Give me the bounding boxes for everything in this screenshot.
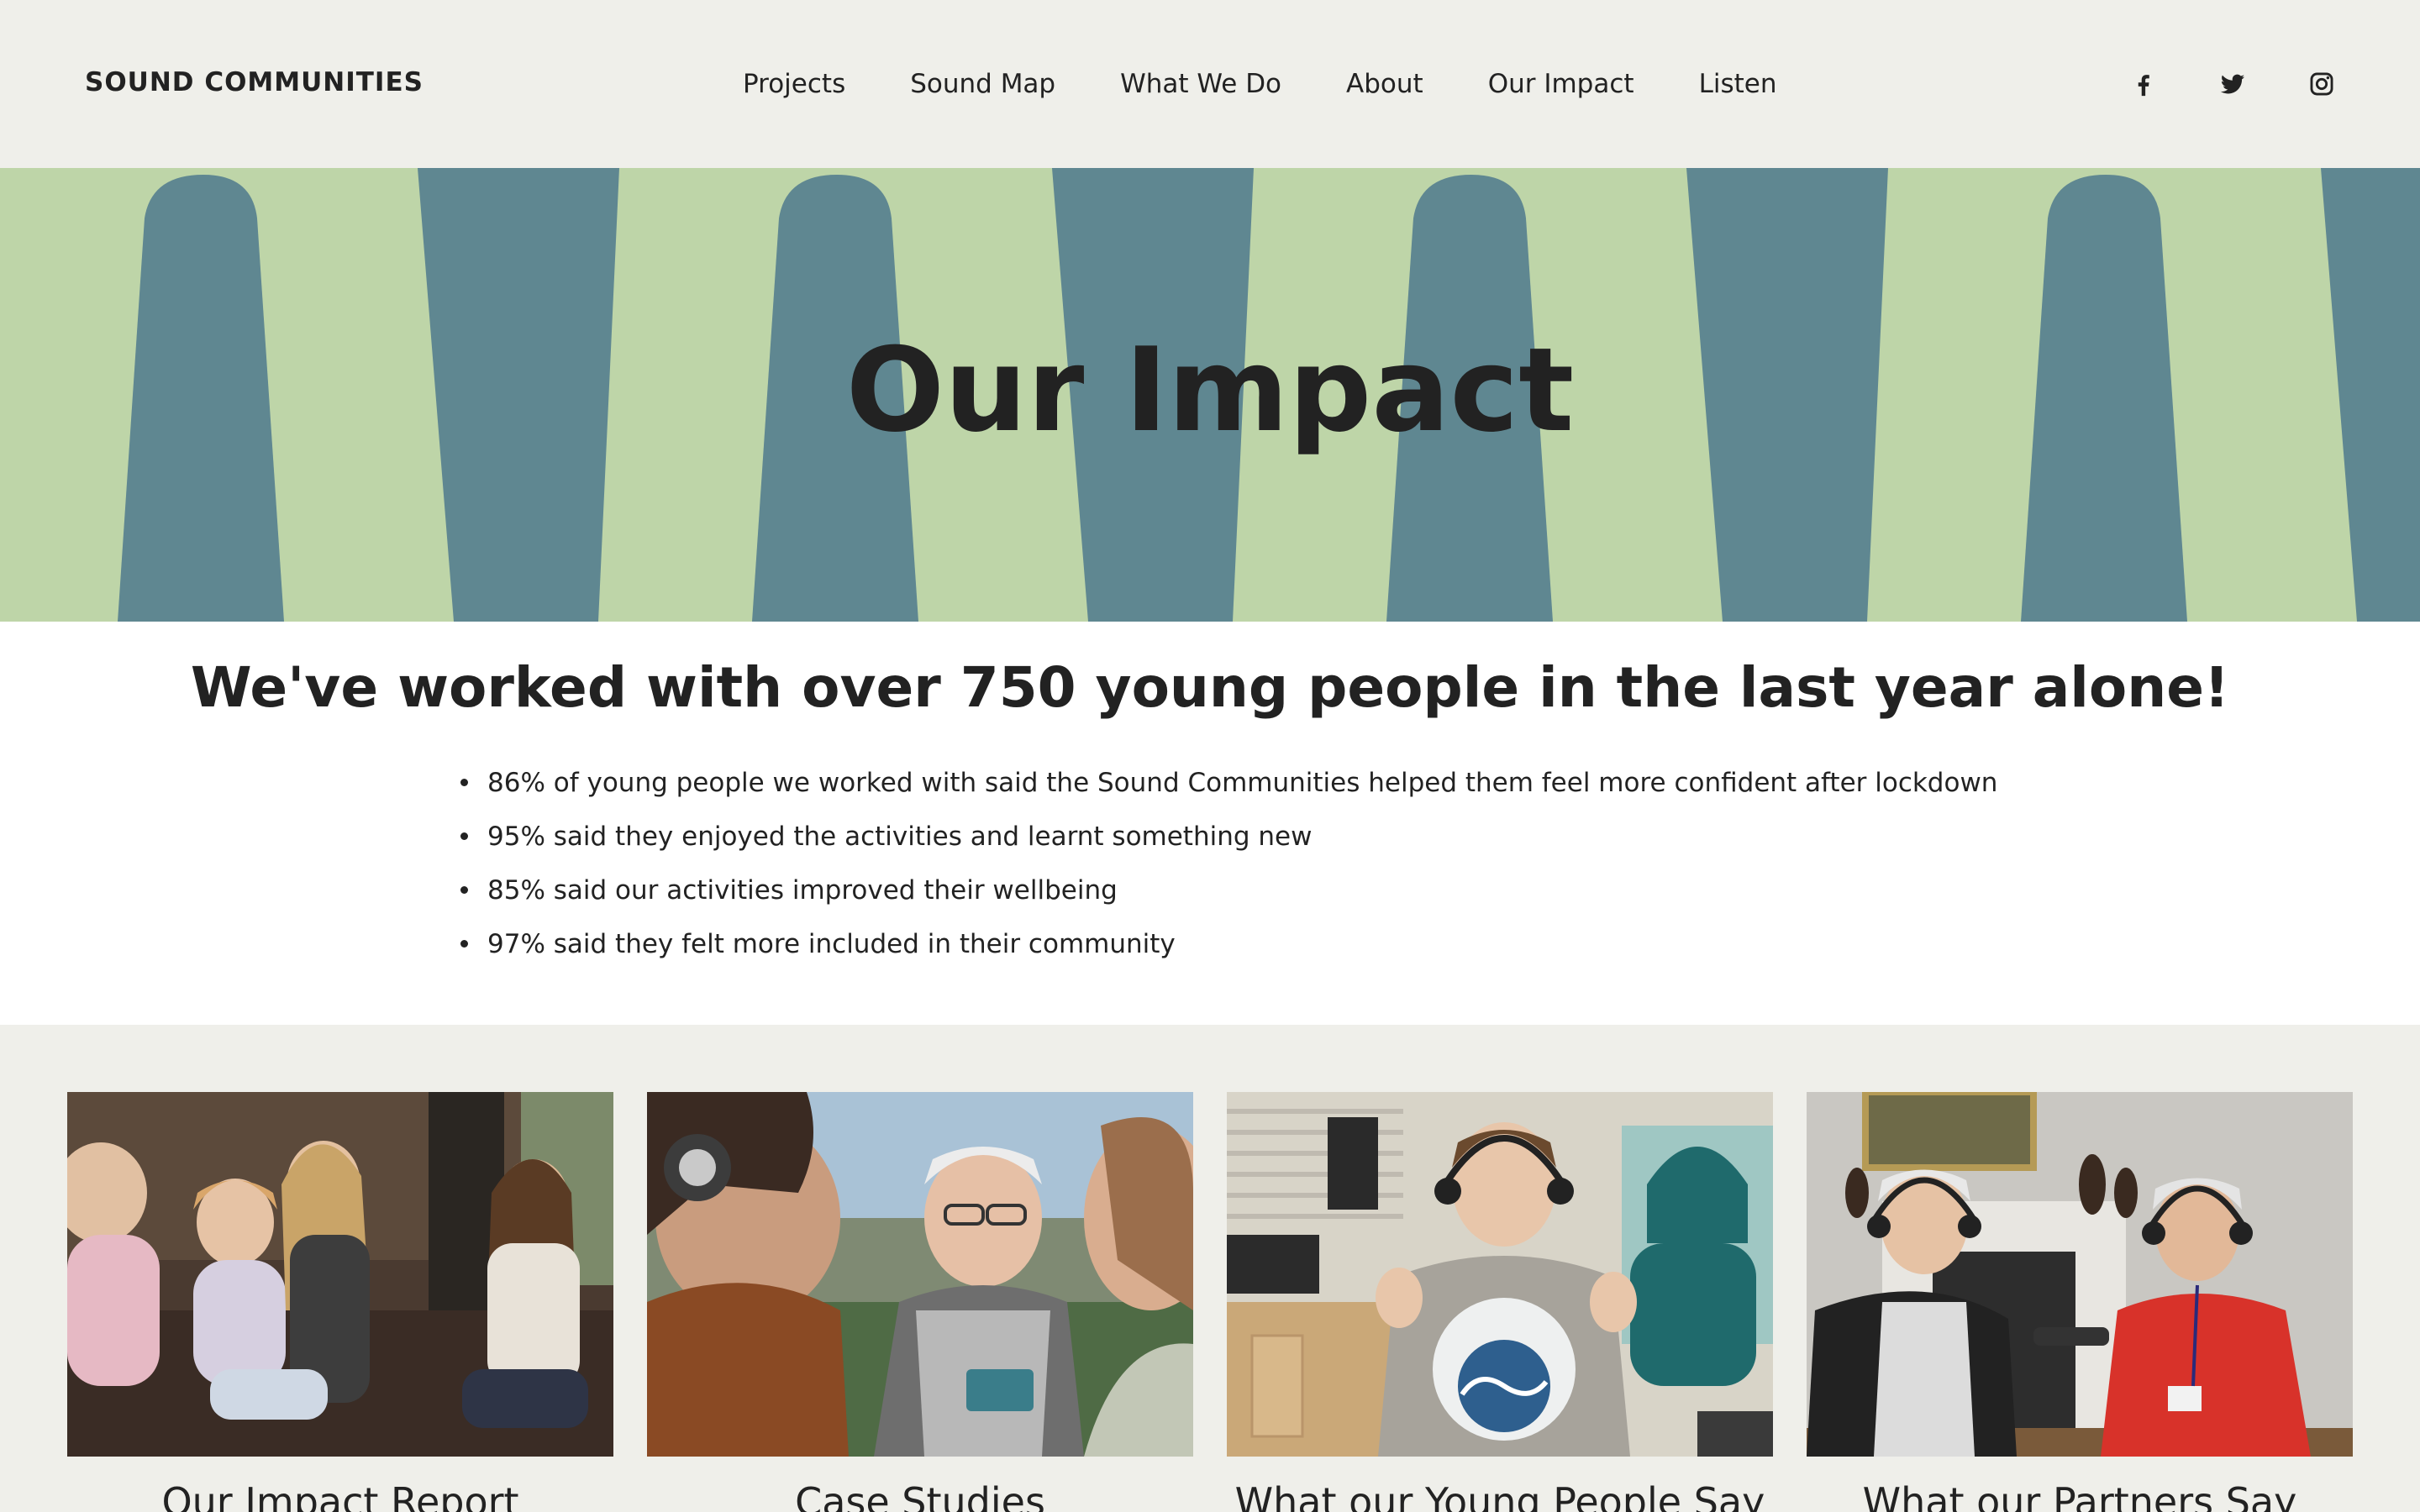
card-title[interactable]: Our Impact Report [67, 1477, 613, 1512]
impact-stats-section: We've worked with over 750 young people … [0, 622, 2420, 1025]
site-logo[interactable]: SOUND COMMUNITIES [85, 64, 424, 101]
social-links [2129, 64, 2336, 104]
card-image-headphones-interview[interactable] [647, 1092, 1193, 1457]
nav-item-sound-map[interactable]: Sound Map [910, 64, 1055, 104]
impact-heading: We've worked with over 750 young people … [190, 655, 2230, 720]
card-title[interactable]: What our Partners Say [1807, 1477, 2353, 1512]
instagram-icon[interactable] [2307, 70, 2336, 98]
stat-text: 95% said they enjoyed the activities and… [487, 822, 1313, 852]
bullet-icon [460, 940, 468, 948]
card-image-older-women-headphones[interactable] [1807, 1092, 2353, 1457]
list-item: 86% of young people we worked with said … [460, 756, 2141, 810]
site-header: SOUND COMMUNITIES Projects Sound Map Wha… [0, 0, 2420, 168]
facebook-icon[interactable] [2129, 70, 2158, 98]
stat-text: 97% said they felt more included in thei… [487, 929, 1176, 959]
page-title: Our Impact [845, 323, 1575, 458]
card-impact-report[interactable]: Our Impact Report [67, 1092, 613, 1512]
nav-item-what-we-do[interactable]: What We Do [1120, 64, 1281, 104]
hero-banner: Our Impact [0, 168, 2420, 622]
card-image-young-people-group[interactable] [67, 1092, 613, 1457]
nav-item-listen[interactable]: Listen [1699, 64, 1777, 104]
impact-stats-list: 86% of young people we worked with said … [460, 756, 2141, 971]
card-young-people-say[interactable]: What our Young People Say [1227, 1092, 1773, 1512]
main-nav: Projects Sound Map What We Do About Our … [743, 64, 1776, 104]
bullet-icon [460, 779, 468, 786]
card-case-studies[interactable]: Case Studies [647, 1092, 1193, 1512]
list-item: 95% said they enjoyed the activities and… [460, 810, 2141, 864]
card-title[interactable]: Case Studies [647, 1477, 1193, 1512]
stat-text: 85% said our activities improved their w… [487, 875, 1118, 906]
nav-item-our-impact[interactable]: Our Impact [1488, 64, 1634, 104]
twitter-icon[interactable] [2218, 70, 2247, 98]
bullet-icon [460, 886, 468, 894]
list-item: 85% said our activities improved their w… [460, 864, 2141, 917]
card-image-boy-thumbs-up[interactable] [1227, 1092, 1773, 1457]
nav-item-about[interactable]: About [1346, 64, 1423, 104]
card-partners-say[interactable]: What our Partners Say [1807, 1092, 2353, 1512]
card-title[interactable]: What our Young People Say [1227, 1477, 1773, 1512]
list-item: 97% said they felt more included in thei… [460, 917, 2141, 971]
bullet-icon [460, 832, 468, 840]
nav-item-projects[interactable]: Projects [743, 64, 845, 104]
stat-text: 86% of young people we worked with said … [487, 768, 1998, 798]
impact-cards-section: Our Impact Report Case Studies What our … [0, 1025, 2420, 1512]
